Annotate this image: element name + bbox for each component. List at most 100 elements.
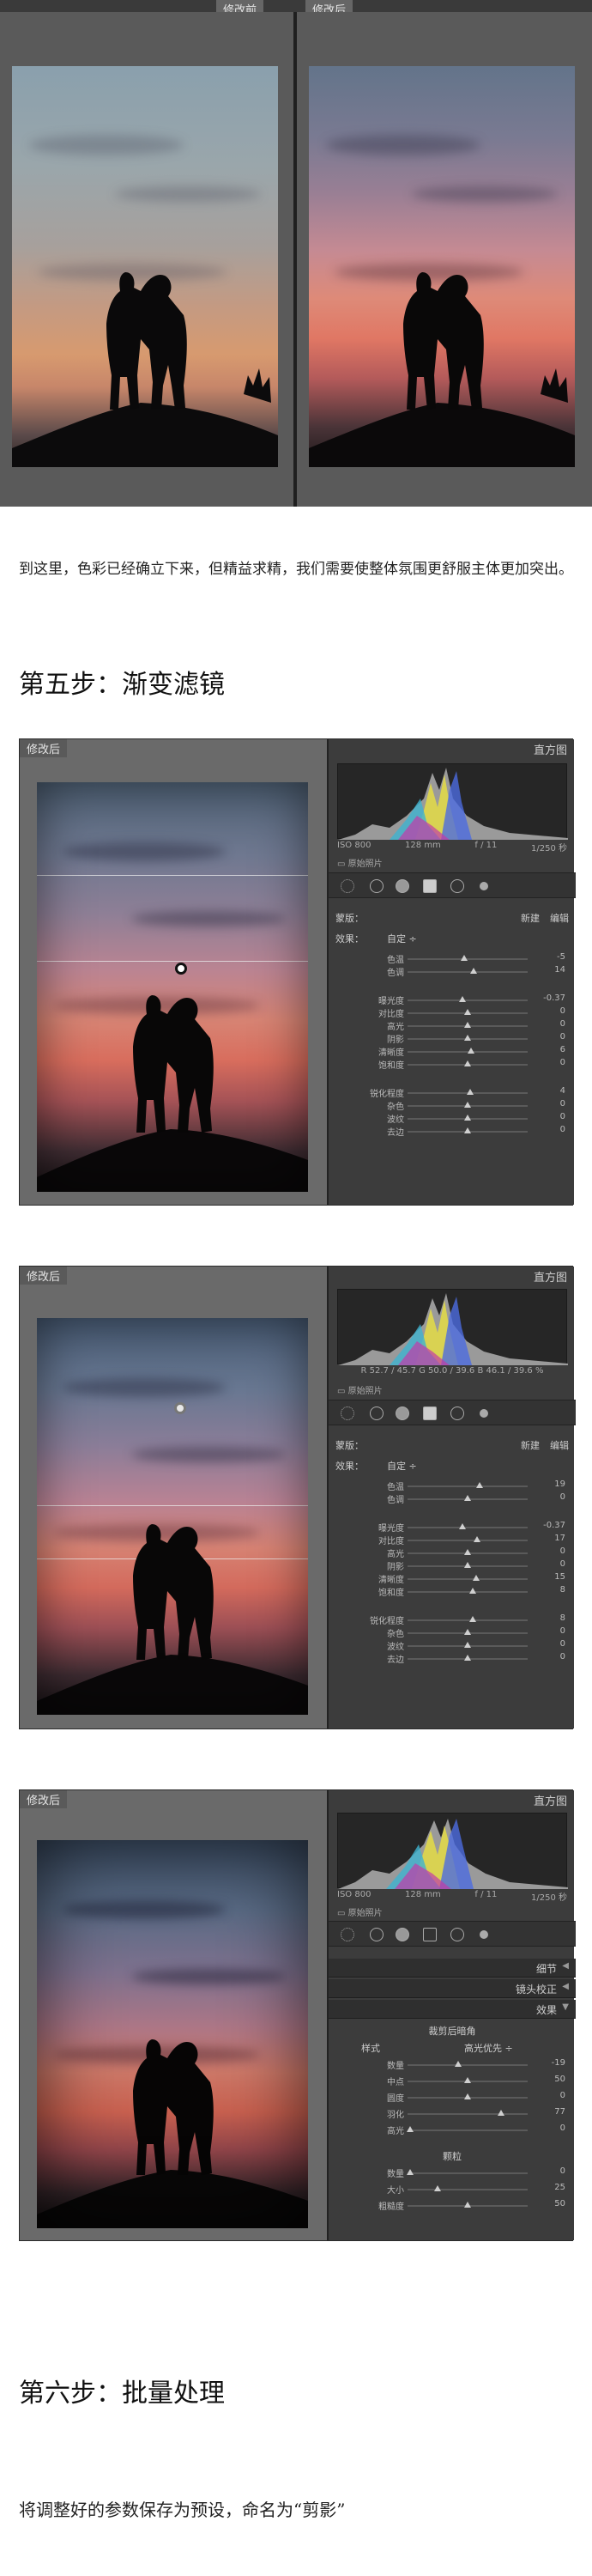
slider-thumb[interactable] <box>464 1102 471 1108</box>
original-photo-toggle[interactable]: ▭ 原始照片 <box>337 1905 383 1918</box>
panel-effects[interactable]: 效果 ▼ <box>329 2000 576 2019</box>
panel-lens-correction[interactable]: 镜头校正 ◀ <box>329 1979 576 1998</box>
slider-track[interactable] <box>408 1540 528 1541</box>
slider-value[interactable]: 6 <box>535 1045 565 1054</box>
slider-thumb[interactable] <box>464 1629 471 1635</box>
slider-track[interactable] <box>408 2113 528 2115</box>
panel-detail[interactable]: 细节 ◀ <box>329 1959 576 1978</box>
slider-thumb[interactable] <box>468 1588 476 1594</box>
brush-icon[interactable] <box>480 1409 488 1418</box>
slider-thumb[interactable] <box>464 1495 471 1501</box>
slider-value[interactable]: 50 <box>535 2199 565 2208</box>
slider-value[interactable]: 0 <box>535 1032 565 1042</box>
slider-value[interactable]: -0.37 <box>535 993 565 1003</box>
radial-filter-icon[interactable] <box>450 1406 464 1420</box>
slider-track[interactable] <box>408 1619 528 1621</box>
slider-value[interactable]: 0 <box>535 1058 565 1067</box>
slider-value[interactable]: 0 <box>535 1652 565 1662</box>
slider-thumb[interactable] <box>464 1655 471 1661</box>
slider-value[interactable]: -5 <box>535 952 565 962</box>
slider-thumb[interactable] <box>464 1127 471 1133</box>
slider-value[interactable]: 0 <box>535 2091 565 2100</box>
slider-thumb[interactable] <box>406 2126 414 2132</box>
style-select[interactable]: 高光优先 ÷ <box>464 2041 513 2055</box>
graduated-filter-icon[interactable] <box>423 879 437 893</box>
slider-value[interactable]: 0 <box>535 1099 565 1109</box>
original-photo-toggle[interactable]: ▭ 原始照片 <box>337 1383 383 1396</box>
effect-preset-select[interactable]: 自定 ÷ <box>387 932 417 945</box>
slider-value[interactable]: 0 <box>535 1112 565 1121</box>
graduated-filter-icon[interactable] <box>423 1928 437 1941</box>
slider-value[interactable]: 0 <box>535 2166 565 2176</box>
slider-thumb[interactable] <box>466 1089 474 1095</box>
slider-thumb[interactable] <box>459 996 467 1002</box>
slider-thumb[interactable] <box>459 1523 467 1529</box>
radial-filter-icon[interactable] <box>450 1928 464 1941</box>
mask-edit-button[interactable]: 编辑 <box>550 1438 569 1452</box>
mask-new-button[interactable]: 新建 <box>521 1438 540 1452</box>
slider-value[interactable]: 0 <box>535 1125 565 1134</box>
slider-value[interactable]: 0 <box>535 1559 565 1569</box>
radial-filter-icon[interactable] <box>450 879 464 893</box>
slider-value[interactable]: 14 <box>535 965 565 975</box>
slider-value[interactable]: 25 <box>535 2183 565 2192</box>
slider-thumb[interactable] <box>454 2061 462 2067</box>
brush-icon[interactable] <box>480 882 488 890</box>
slider-thumb[interactable] <box>468 1616 476 1622</box>
slider-value[interactable]: 0 <box>535 2123 565 2133</box>
slider-track[interactable] <box>408 2064 528 2066</box>
slider-track[interactable] <box>408 2172 528 2174</box>
slider-value[interactable]: -0.37 <box>535 1521 565 1530</box>
slider-value[interactable]: 19 <box>535 1479 565 1489</box>
slider-value[interactable]: 0 <box>535 1546 565 1556</box>
slider-value[interactable]: 4 <box>535 1086 565 1096</box>
slider-track[interactable] <box>408 1591 528 1593</box>
slider-value[interactable]: 0 <box>535 1492 565 1502</box>
effect-preset-select[interactable]: 自定 ÷ <box>387 1459 417 1473</box>
slider-thumb[interactable] <box>464 1060 471 1066</box>
slider-value[interactable]: 50 <box>535 2075 565 2084</box>
slider-thumb[interactable] <box>464 1009 471 1015</box>
slider-thumb[interactable] <box>464 1562 471 1568</box>
brush-icon[interactable] <box>480 1930 488 1939</box>
slider-value[interactable]: 8 <box>535 1585 565 1595</box>
slider-thumb[interactable] <box>468 1048 475 1054</box>
slider-value[interactable]: 8 <box>535 1613 565 1623</box>
slider-track[interactable] <box>408 2189 528 2190</box>
redeye-icon[interactable] <box>396 1406 409 1420</box>
slider-track[interactable] <box>408 999 528 1001</box>
slider-thumb[interactable] <box>434 2185 441 2191</box>
slider-thumb[interactable] <box>464 1549 471 1555</box>
original-photo-toggle[interactable]: ▭ 原始照片 <box>337 856 383 869</box>
spot-removal-icon[interactable] <box>370 879 384 893</box>
crop-icon[interactable] <box>341 879 354 893</box>
mask-new-button[interactable]: 新建 <box>521 911 540 925</box>
slider-value[interactable]: 0 <box>535 1626 565 1636</box>
slider-value[interactable]: -19 <box>535 2058 565 2068</box>
slider-thumb[interactable] <box>464 1022 471 1028</box>
slider-track[interactable] <box>408 958 528 960</box>
spot-removal-icon[interactable] <box>370 1928 384 1941</box>
slider-thumb[interactable] <box>464 2093 471 2099</box>
redeye-icon[interactable] <box>396 1928 409 1941</box>
redeye-icon[interactable] <box>396 879 409 893</box>
graduated-filter-icon[interactable] <box>423 1406 437 1420</box>
slider-value[interactable]: 77 <box>535 2107 565 2117</box>
slider-value[interactable]: 0 <box>535 1006 565 1016</box>
crop-icon[interactable] <box>341 1406 354 1420</box>
crop-icon[interactable] <box>341 1928 354 1941</box>
slider-track[interactable] <box>408 1578 528 1580</box>
histogram-title[interactable]: 直方图 <box>534 741 567 757</box>
slider-thumb[interactable] <box>498 2110 505 2116</box>
slider-thumb[interactable] <box>472 1575 480 1581</box>
slider-value[interactable]: 15 <box>535 1572 565 1582</box>
slider-track[interactable] <box>408 1485 528 1487</box>
slider-thumb[interactable] <box>474 1536 481 1542</box>
slider-thumb[interactable] <box>464 2077 471 2083</box>
slider-thumb[interactable] <box>464 1035 471 1041</box>
slider-thumb[interactable] <box>460 955 468 961</box>
slider-thumb[interactable] <box>464 1115 471 1121</box>
slider-value[interactable]: 0 <box>535 1019 565 1029</box>
slider-value[interactable]: 0 <box>535 1639 565 1649</box>
slider-track[interactable] <box>408 1527 528 1528</box>
